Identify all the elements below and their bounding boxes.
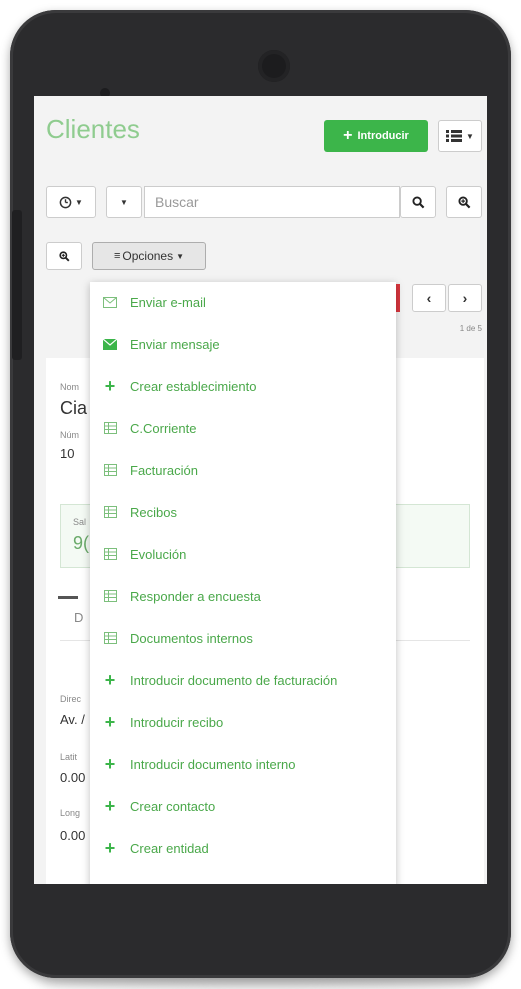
plus-icon: +	[104, 754, 116, 774]
number-value: 10	[60, 446, 75, 461]
clock-filter-button[interactable]: ▼	[46, 186, 96, 218]
phone-camera	[258, 50, 290, 82]
menu-item-crear-contacto[interactable]: + Crear contacto	[90, 786, 396, 826]
menu-item-crear-entidad[interactable]: + Crear entidad	[90, 828, 396, 868]
introducir-button[interactable]: + Introducir	[324, 120, 428, 152]
tab-indicator	[58, 596, 78, 599]
menu-item-enviar-email[interactable]: Enviar e-mail	[90, 282, 396, 322]
menu-item-documentos-internos[interactable]: Documentos internos	[90, 618, 396, 658]
menu-item-label: Crear establecimiento	[130, 378, 257, 394]
number-label: Núm	[60, 430, 80, 440]
next-page-button[interactable]: ›	[448, 284, 482, 312]
address-value: Av. /	[60, 712, 85, 727]
plus-icon: +	[343, 127, 353, 144]
menu-lines-icon: ≡	[113, 250, 121, 262]
table-icon	[103, 422, 117, 434]
plus-icon: +	[104, 796, 116, 816]
menu-item-label: Introducir documento interno	[130, 756, 296, 772]
menu-item-label: Crear contacto	[130, 798, 216, 814]
menu-item-label: C.Corriente	[130, 420, 197, 436]
introducir-label: Introducir	[357, 130, 409, 142]
zoom-in-icon	[457, 195, 470, 208]
search-dropdown-button[interactable]: ▼	[106, 186, 142, 218]
clock-icon	[59, 196, 72, 208]
table-icon	[103, 632, 117, 644]
app-screen: Clientes + Introducir ▼ ▼ ▼ Buscar ≡ Opc…	[34, 96, 487, 884]
menu-item-facturacion[interactable]: Facturación	[90, 450, 396, 490]
address-label: Direc	[60, 694, 82, 704]
longitude-value: 0.00	[60, 828, 86, 843]
caret-down-icon: ▼	[176, 251, 185, 261]
chevron-down-icon: ▼	[466, 131, 474, 141]
chevron-right-icon: ›	[462, 290, 468, 306]
menu-item-label: Enviar e-mail	[130, 294, 206, 310]
menu-item-label: Responder a encuesta	[130, 588, 261, 604]
plus-icon: +	[104, 838, 116, 858]
zoom-button[interactable]	[46, 242, 82, 270]
name-label: Nom	[60, 382, 80, 392]
menu-item-enviar-mensaje[interactable]: Enviar mensaje	[90, 324, 396, 364]
saldo-label: Sal	[73, 517, 87, 527]
previous-page-button[interactable]: ‹	[412, 284, 446, 312]
plus-icon: +	[104, 712, 116, 732]
menu-item-introducir-documento-facturacion[interactable]: + Introducir documento de facturación	[90, 660, 396, 700]
name-value: Cia	[60, 398, 88, 418]
menu-item-label: Crear entidad	[130, 840, 209, 856]
search-icon	[411, 195, 424, 208]
search-input[interactable]: Buscar	[144, 186, 400, 218]
menu-item-introducir-recibo[interactable]: + Introducir recibo	[90, 702, 396, 742]
menu-item-evolucion[interactable]: Evolución	[90, 534, 396, 574]
menu-item-introducir-documento-interno[interactable]: + Introducir documento interno	[90, 744, 396, 784]
menu-item-label: Introducir recibo	[130, 714, 224, 730]
table-icon	[103, 506, 117, 518]
advanced-search-button[interactable]	[446, 186, 482, 218]
options-button[interactable]: ≡ Opciones ▼	[92, 242, 206, 270]
envelope-filled-icon	[103, 338, 117, 350]
list-icon	[446, 130, 463, 142]
menu-item-c-corriente[interactable]: C.Corriente	[90, 408, 396, 448]
saldo-value: 9(	[73, 533, 90, 553]
tab-label[interactable]: D	[74, 610, 83, 625]
plus-icon: +	[104, 376, 116, 396]
pagination-text: 1 de 5	[459, 324, 482, 333]
chevron-left-icon: ‹	[426, 290, 432, 306]
search-button[interactable]	[400, 186, 436, 218]
menu-item-crear-establecimiento[interactable]: + Crear establecimiento	[90, 366, 396, 406]
search-placeholder: Buscar	[155, 194, 199, 210]
latitude-label: Latit	[60, 752, 78, 762]
longitude-label: Long	[60, 808, 81, 818]
options-dropdown-menu: Enviar e-mail Enviar mensaje + Crear est…	[90, 282, 396, 884]
page-title: Clientes	[46, 114, 140, 144]
menu-item-label: Evolución	[130, 546, 187, 562]
phone-side-button	[12, 210, 22, 360]
plus-icon: +	[104, 670, 116, 690]
table-icon	[103, 590, 117, 602]
latitude-value: 0.00	[60, 770, 86, 785]
menu-item-label: Documentos internos	[130, 630, 253, 646]
menu-item-responder-encuesta[interactable]: Responder a encuesta	[90, 576, 396, 616]
chevron-down-icon: ▼	[75, 197, 83, 207]
chevron-down-icon: ▼	[120, 197, 128, 207]
menu-item-label: Facturación	[130, 462, 198, 478]
view-menu-button[interactable]: ▼	[438, 120, 482, 152]
table-icon	[103, 548, 117, 560]
menu-item-label: Enviar mensaje	[130, 336, 220, 352]
options-label: Opciones	[122, 249, 174, 263]
menu-item-recibos[interactable]: Recibos	[90, 492, 396, 532]
zoom-in-icon	[58, 250, 69, 261]
envelope-outline-icon	[103, 296, 117, 308]
table-icon	[103, 464, 117, 476]
menu-item-label: Introducir documento de facturación	[130, 672, 338, 688]
menu-item-label: Recibos	[130, 504, 177, 520]
